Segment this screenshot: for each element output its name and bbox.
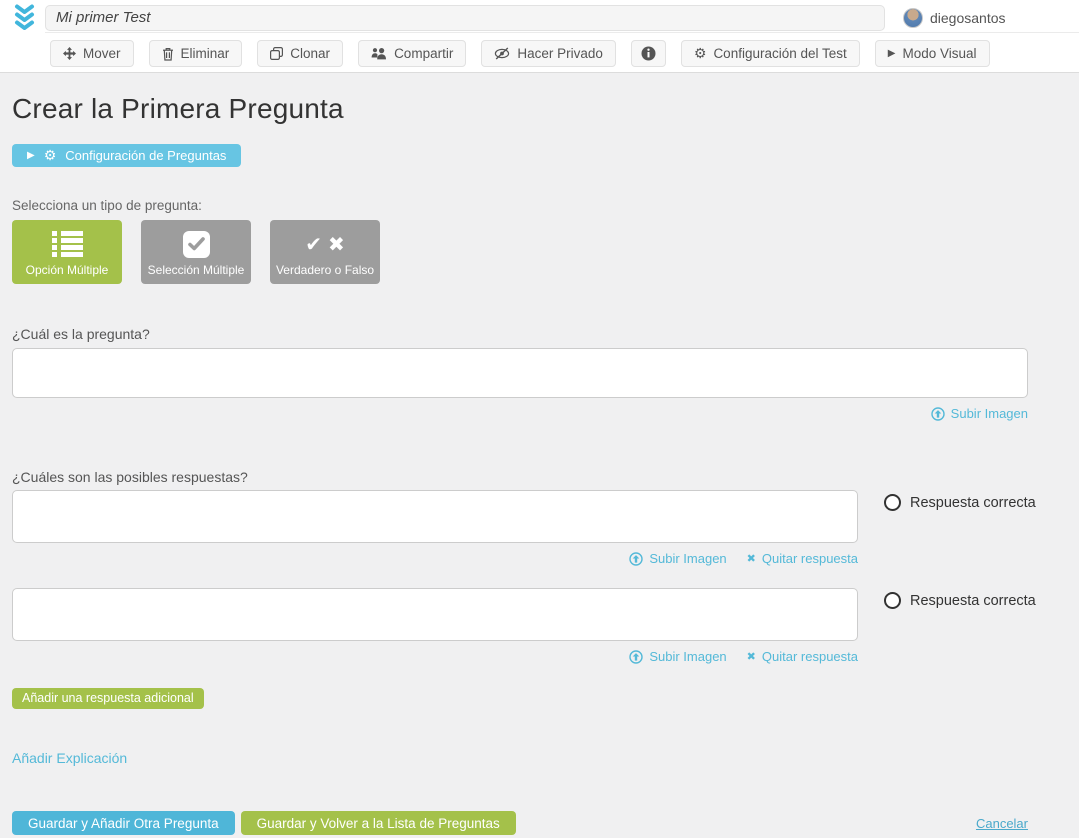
check-square-box bbox=[183, 231, 210, 258]
add-explanation-link[interactable]: Añadir Explicación bbox=[12, 750, 127, 766]
bottom-actions: Guardar y Añadir Otra Pregunta Guardar y… bbox=[12, 811, 1028, 835]
times-icon: ✖ bbox=[747, 553, 756, 564]
visual-mode-button[interactable]: ▶ Modo Visual bbox=[875, 40, 990, 67]
type-multiple-select-label: Selección Múltiple bbox=[148, 263, 245, 277]
answer-row: Subir Imagen ✖ Quitar respuesta Respuest… bbox=[12, 588, 1079, 664]
test-settings-button[interactable]: ⚙ Configuración del Test bbox=[681, 40, 860, 67]
add-answer-button[interactable]: Añadir una respuesta adicional bbox=[12, 688, 204, 709]
gear-icon: ⚙ bbox=[44, 149, 57, 163]
toolbar: Mover Eliminar Clonar bbox=[45, 33, 1079, 67]
arrow-circle-up-icon bbox=[629, 552, 643, 566]
type-multiple-select-button[interactable]: Selección Múltiple bbox=[141, 220, 251, 284]
answer-input-column: Subir Imagen ✖ Quitar respuesta bbox=[12, 490, 858, 566]
remove-answer-label-1: Quitar respuesta bbox=[762, 551, 858, 566]
trash-icon bbox=[162, 47, 174, 61]
answer-textarea-1[interactable] bbox=[12, 490, 858, 543]
correct-answer-radio-2[interactable] bbox=[884, 592, 901, 609]
question-type-selector: Opción Múltiple Selección Múltiple ✔ ✖ V… bbox=[12, 220, 1079, 284]
answer-upload-image-link-2[interactable]: Subir Imagen bbox=[629, 649, 726, 664]
question-type-label: Selecciona un tipo de pregunta: bbox=[12, 198, 1079, 213]
save-and-add-button[interactable]: Guardar y Añadir Otra Pregunta bbox=[12, 811, 235, 835]
question-upload-row: Subir Imagen bbox=[12, 406, 1028, 421]
times-icon: ✖ bbox=[328, 234, 345, 254]
remove-answer-link-1[interactable]: ✖ Quitar respuesta bbox=[747, 551, 858, 566]
correct-answer-label-1: Respuesta correcta bbox=[910, 495, 1036, 511]
correct-answer-group-1: Respuesta correcta bbox=[884, 490, 1036, 512]
top-bar: diegosantos Mover Eliminar bbox=[0, 0, 1079, 73]
users-icon bbox=[371, 47, 387, 60]
move-button-label: Mover bbox=[83, 46, 121, 61]
answer-upload-image-label-1: Subir Imagen bbox=[649, 551, 726, 566]
user-menu[interactable]: diegosantos bbox=[903, 8, 1006, 28]
type-true-false-button[interactable]: ✔ ✖ Verdadero o Falso bbox=[270, 220, 380, 284]
list-icon bbox=[52, 229, 83, 259]
gear-icon: ⚙ bbox=[694, 47, 707, 61]
question-upload-image-link[interactable]: Subir Imagen bbox=[931, 406, 1028, 421]
username: diegosantos bbox=[930, 10, 1006, 26]
info-circle-icon bbox=[641, 46, 656, 61]
correct-answer-group-2: Respuesta correcta bbox=[884, 588, 1036, 610]
correct-answer-radio-1[interactable] bbox=[884, 494, 901, 511]
check-square-icon bbox=[183, 229, 210, 259]
save-and-return-button[interactable]: Guardar y Volver a la Lista de Preguntas bbox=[241, 811, 516, 835]
share-button[interactable]: Compartir bbox=[358, 40, 466, 67]
type-true-false-label: Verdadero o Falso bbox=[276, 263, 374, 277]
check-times-icons: ✔ ✖ bbox=[305, 229, 345, 259]
type-multiple-choice-label: Opción Múltiple bbox=[26, 263, 109, 277]
avatar bbox=[903, 8, 923, 28]
make-private-button-label: Hacer Privado bbox=[517, 46, 603, 61]
delete-button[interactable]: Eliminar bbox=[149, 40, 243, 67]
answer-upload-image-link-1[interactable]: Subir Imagen bbox=[629, 551, 726, 566]
arrows-move-icon bbox=[63, 47, 76, 60]
question-textarea[interactable] bbox=[12, 348, 1028, 398]
answer-row: Subir Imagen ✖ Quitar respuesta Respuest… bbox=[12, 490, 1079, 566]
caret-right-icon: ▶ bbox=[27, 151, 35, 161]
answer-links-1: Subir Imagen ✖ Quitar respuesta bbox=[12, 551, 858, 566]
answer-input-column: Subir Imagen ✖ Quitar respuesta bbox=[12, 588, 858, 664]
title-row: diegosantos bbox=[45, 0, 1079, 33]
share-button-label: Compartir bbox=[394, 46, 453, 61]
answers-label: ¿Cuáles son las posibles respuestas? bbox=[12, 469, 1079, 485]
visual-mode-button-label: Modo Visual bbox=[902, 46, 976, 61]
question-settings-button-label: Configuración de Preguntas bbox=[65, 148, 226, 163]
arrow-circle-up-icon bbox=[931, 407, 945, 421]
check-icon: ✔ bbox=[305, 234, 322, 254]
angle-double-down-icon[interactable] bbox=[13, 3, 36, 36]
eye-slash-icon bbox=[494, 47, 510, 60]
answer-textarea-2[interactable] bbox=[12, 588, 858, 641]
page-title: Crear la Primera Pregunta bbox=[12, 93, 1079, 125]
answer-upload-image-label-2: Subir Imagen bbox=[649, 649, 726, 664]
remove-answer-link-2[interactable]: ✖ Quitar respuesta bbox=[747, 649, 858, 664]
remove-answer-label-2: Quitar respuesta bbox=[762, 649, 858, 664]
info-button[interactable] bbox=[631, 40, 666, 67]
answer-links-2: Subir Imagen ✖ Quitar respuesta bbox=[12, 649, 858, 664]
times-icon: ✖ bbox=[747, 651, 756, 662]
clone-button[interactable]: Clonar bbox=[257, 40, 343, 67]
main-content: Crear la Primera Pregunta ▶ ⚙ Configurac… bbox=[0, 93, 1079, 835]
play-icon: ▶ bbox=[888, 49, 896, 59]
test-title-input[interactable] bbox=[45, 5, 885, 31]
clone-button-label: Clonar bbox=[290, 46, 330, 61]
make-private-button[interactable]: Hacer Privado bbox=[481, 40, 616, 67]
arrow-circle-up-icon bbox=[629, 650, 643, 664]
move-button[interactable]: Mover bbox=[50, 40, 134, 67]
correct-answer-label-2: Respuesta correcta bbox=[910, 593, 1036, 609]
question-label: ¿Cuál es la pregunta? bbox=[12, 326, 1079, 342]
type-multiple-choice-button[interactable]: Opción Múltiple bbox=[12, 220, 122, 284]
delete-button-label: Eliminar bbox=[181, 46, 230, 61]
cancel-link[interactable]: Cancelar bbox=[976, 816, 1028, 831]
test-settings-button-label: Configuración del Test bbox=[713, 46, 846, 61]
clone-icon bbox=[270, 47, 283, 60]
question-upload-image-label: Subir Imagen bbox=[951, 406, 1028, 421]
question-settings-button[interactable]: ▶ ⚙ Configuración de Preguntas bbox=[12, 144, 241, 167]
